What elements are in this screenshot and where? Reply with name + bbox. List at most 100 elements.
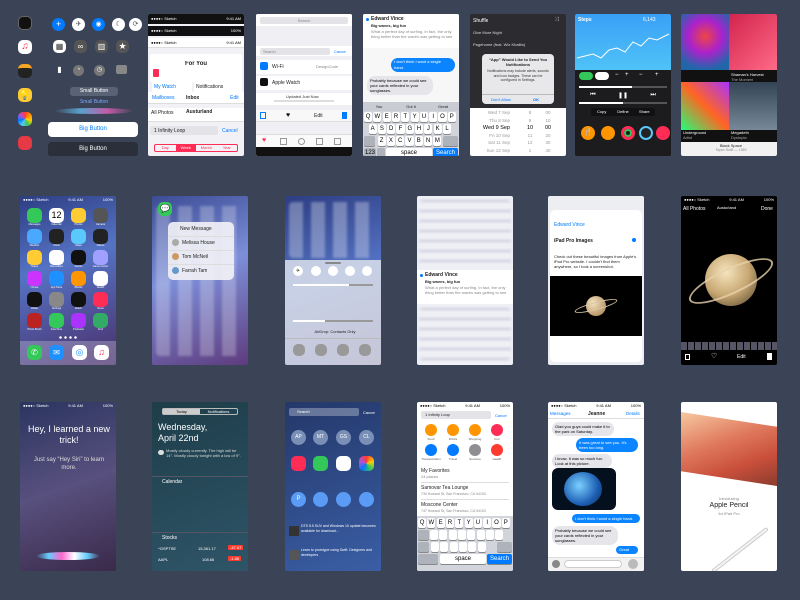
star-icon[interactable]: ★ (116, 40, 129, 53)
picker-cell[interactable]: 00 (534, 125, 562, 131)
mic-icon[interactable] (628, 559, 638, 569)
rewind-icon[interactable]: ⏮ (590, 92, 595, 100)
progress-slider[interactable] (579, 102, 667, 104)
camera-button-icon[interactable] (552, 560, 560, 568)
globe-key[interactable] (377, 148, 385, 156)
tag-icon[interactable] (656, 126, 670, 140)
flashlight-icon[interactable]: ▮ (54, 65, 65, 76)
key[interactable]: L (442, 124, 452, 134)
key[interactable]: K (433, 124, 442, 134)
picker-cell[interactable]: Wed 9 Sep (474, 125, 510, 131)
spotlight-search[interactable]: Search (289, 408, 359, 416)
key[interactable] (477, 542, 486, 552)
mail-icon[interactable]: ✉ (49, 345, 64, 360)
define-action[interactable]: Define (612, 108, 633, 116)
key[interactable]: P (501, 518, 510, 528)
search-key[interactable]: Search (487, 554, 512, 564)
news-item-1[interactable]: DTS 8.5 SUV and Windows 10 update become… (301, 524, 377, 533)
copy-action[interactable]: Copy (591, 108, 612, 116)
app-icon-find[interactable] (93, 313, 108, 328)
minus-icon-2[interactable]: − (639, 72, 643, 78)
segment-year[interactable]: Year (217, 145, 238, 151)
key[interactable]: Z (377, 136, 386, 146)
category-icon[interactable] (491, 424, 503, 436)
quick-action-farrah[interactable]: Farrah Tam (182, 268, 207, 274)
key[interactable]: A (368, 124, 377, 134)
big-button[interactable]: Big Button (48, 122, 138, 137)
toggle-off[interactable] (595, 72, 609, 80)
suggestion-1[interactable]: You (363, 102, 395, 111)
key[interactable]: Q (418, 518, 427, 528)
picker-cell[interactable]: Sat 11 Sep (474, 140, 510, 145)
app-icon-itunes[interactable] (27, 271, 42, 286)
song-2[interactable]: Pagehome (feat. Wiz Khalifa) (473, 42, 563, 47)
rotation-toggle-icon[interactable] (362, 266, 372, 276)
app-icon-game-center[interactable] (93, 250, 108, 265)
segment-week[interactable]: Week (175, 145, 196, 151)
key[interactable]: W (427, 518, 436, 528)
phone-icon[interactable]: ✆ (27, 345, 42, 360)
fork-icon[interactable]: 🍴 (581, 126, 595, 140)
record-icon[interactable] (153, 69, 159, 77)
picker-cell[interactable]: 40 (534, 148, 562, 153)
watch-icon[interactable] (18, 16, 32, 30)
key[interactable]: R (445, 518, 455, 528)
key[interactable]: E (436, 518, 445, 528)
apple-watch-label[interactable]: Apple Watch (272, 80, 300, 86)
segmented-control[interactable]: Day Week Month Year (154, 144, 238, 152)
picker-cell[interactable]: Sun 12 Sep (474, 148, 510, 153)
wifi-label[interactable]: Wi-Fi (272, 64, 284, 70)
app-icon-stocks[interactable] (71, 250, 86, 265)
app-icon-weather[interactable] (27, 229, 42, 244)
back-all-photos[interactable]: All Photos (683, 206, 706, 212)
key[interactable]: O (438, 112, 447, 122)
picker-cell[interactable]: Fri 10 Sep (474, 133, 510, 138)
forward-icon[interactable]: ⏭ (650, 92, 655, 100)
key[interactable] (495, 530, 504, 540)
shuffle-icon[interactable]: ⤨ (554, 17, 559, 24)
key[interactable]: I (483, 518, 492, 528)
airplane-toggle-icon[interactable]: ✈ (293, 266, 303, 276)
messages-app-icon[interactable] (313, 456, 328, 471)
back-messages[interactable]: Messages (550, 411, 571, 416)
key[interactable]: B (414, 136, 423, 146)
app-icon-app-store[interactable] (49, 271, 64, 286)
details-link[interactable]: Details (626, 411, 640, 416)
quick-action-new-message[interactable]: New Message (180, 226, 212, 232)
app-icon-videos[interactable] (93, 229, 108, 244)
calendar-widget-title[interactable]: Calendar (162, 479, 182, 485)
trash-icon[interactable] (767, 353, 772, 360)
parking-icon[interactable]: P (291, 492, 306, 507)
category-icon[interactable] (425, 424, 437, 436)
key[interactable] (418, 530, 429, 540)
key[interactable]: H (415, 124, 424, 134)
contact-gs[interactable]: GS (336, 430, 351, 445)
music-icon[interactable]: ♫ (94, 345, 109, 360)
category-icon[interactable] (469, 444, 481, 456)
picker-cell[interactable]: 10 (534, 118, 562, 123)
camera-icon[interactable] (116, 65, 127, 74)
key[interactable] (449, 542, 458, 552)
share-icon[interactable] (260, 112, 266, 119)
key[interactable]: V (405, 136, 414, 146)
key[interactable]: Y (464, 518, 473, 528)
key[interactable] (476, 530, 485, 540)
dnd-toggle-icon[interactable] (345, 266, 355, 276)
maps-search-field[interactable]: 1 Infinity Loop (421, 411, 491, 419)
picker-cell[interactable]: 30 (534, 140, 562, 145)
app-icon-settings[interactable] (49, 292, 64, 307)
preview-link[interactable]: iPad Pro Images (554, 238, 593, 244)
space-key[interactable]: space (440, 554, 486, 564)
small-button[interactable]: Small Button (70, 87, 118, 96)
key[interactable]: N (424, 136, 433, 146)
contact-ap[interactable]: AP (291, 430, 306, 445)
camera-icon[interactable] (359, 344, 371, 356)
shopping-icon[interactable] (336, 492, 351, 507)
key[interactable] (467, 530, 476, 540)
minus-icon[interactable]: − (615, 72, 619, 78)
key[interactable] (448, 530, 457, 540)
key[interactable]: W (373, 112, 382, 122)
key[interactable] (457, 530, 467, 540)
song-1[interactable]: Give More Night (473, 30, 563, 35)
cancel-link[interactable]: Cancel (334, 49, 346, 54)
